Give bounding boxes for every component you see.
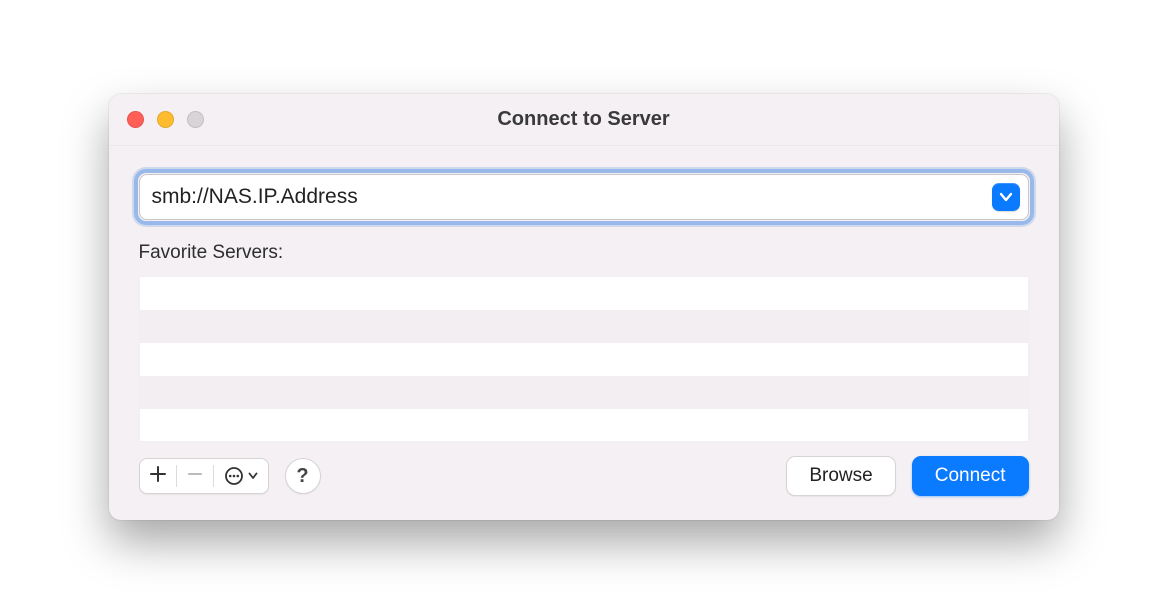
more-actions-button[interactable] — [214, 459, 268, 493]
connect-to-server-window: Connect to Server Favorite Servers: — [109, 94, 1059, 520]
list-item — [140, 376, 1028, 409]
list-item — [140, 310, 1028, 343]
favorite-servers-list[interactable] — [139, 276, 1029, 442]
recent-servers-dropdown[interactable] — [992, 183, 1020, 211]
favorite-servers-label: Favorite Servers: — [139, 242, 1029, 264]
window-title: Connect to Server — [109, 108, 1059, 131]
titlebar: Connect to Server — [109, 94, 1059, 146]
ellipsis-circle-icon — [224, 466, 258, 486]
window-content: Favorite Servers: — [109, 146, 1059, 520]
chevron-down-icon — [999, 192, 1013, 202]
favorites-actions-group — [139, 458, 269, 494]
list-item — [140, 409, 1028, 442]
chevron-down-icon — [248, 472, 258, 480]
server-address-input[interactable] — [139, 174, 1029, 220]
help-button[interactable]: ? — [285, 458, 321, 494]
list-item — [140, 343, 1028, 376]
minus-icon — [187, 465, 203, 488]
plus-icon — [150, 465, 166, 488]
help-icon: ? — [296, 465, 308, 488]
add-favorite-button[interactable] — [140, 459, 176, 493]
connect-button[interactable]: Connect — [912, 456, 1029, 496]
bottom-toolbar: ? Browse Connect — [139, 456, 1029, 496]
browse-button[interactable]: Browse — [786, 456, 895, 496]
remove-favorite-button — [177, 459, 213, 493]
server-address-row — [139, 174, 1029, 220]
list-item — [140, 277, 1028, 310]
